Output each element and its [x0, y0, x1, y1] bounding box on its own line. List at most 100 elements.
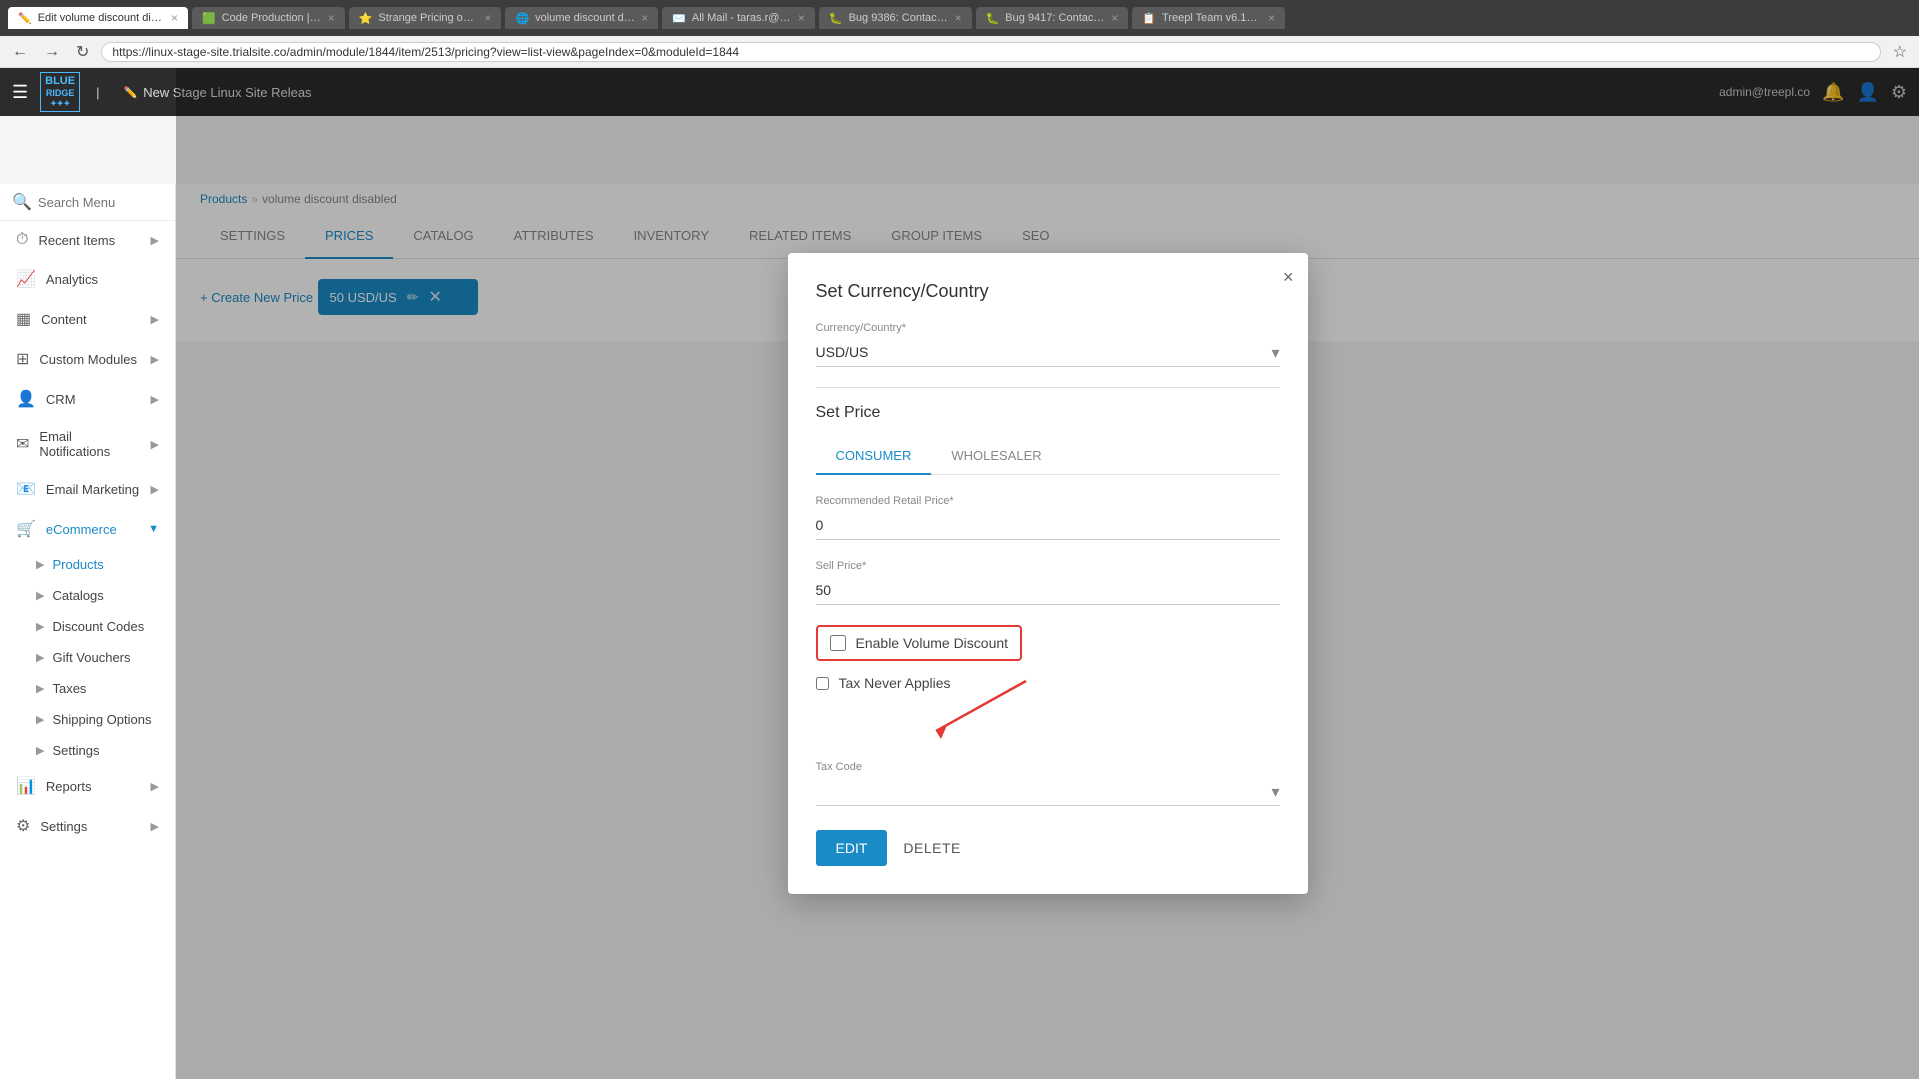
tax-never-applies-row[interactable]: Tax Never Applies [816, 675, 1280, 691]
sell-price-input[interactable] [816, 576, 1280, 605]
tab-icon-7: 🐛 [986, 12, 1000, 25]
sidebar-item-settings[interactable]: ⚙ Settings ▶ [0, 806, 175, 846]
modal-close-button[interactable]: × [1283, 267, 1294, 288]
rrp-label: Recommended Retail Price* [816, 495, 1280, 507]
logo: BLUE RIDGE ✦✦✦ [40, 72, 80, 112]
chevron-down-icon-ec: ▼ [148, 523, 159, 535]
email-notifications-icon: ✉ [16, 434, 29, 454]
rrp-field: Recommended Retail Price* [816, 495, 1280, 540]
currency-country-select[interactable]: USD/US [816, 338, 1280, 367]
chevron-right-icon-crm: ▶ [151, 393, 159, 406]
enable-volume-discount-row[interactable]: Enable Volume Discount [816, 625, 1023, 661]
chevron-right-sm-gv: ▶ [36, 651, 44, 664]
browser-chrome: ✏️ Edit volume discount dis... × 🟩 Code … [0, 0, 1919, 36]
tax-never-applies-checkbox[interactable] [816, 677, 829, 690]
inner-tab-consumer[interactable]: CONSUMER [816, 438, 932, 475]
tab-close-5[interactable]: × [798, 11, 805, 25]
settings-sidebar-icon: ⚙ [16, 816, 30, 836]
arrow-annotation [816, 711, 1280, 781]
sidebar-item-analytics[interactable]: 📈 Analytics [0, 259, 175, 299]
sidebar-submenu-products[interactable]: ▶ Products [0, 549, 175, 580]
chevron-right-icon-cm: ▶ [151, 353, 159, 366]
tab-7[interactable]: 🐛 Bug 9417: Contacts - ord... × [976, 7, 1129, 29]
tab-4[interactable]: 🌐 volume discount disabled × [505, 7, 658, 29]
tab-6[interactable]: 🐛 Bug 9386: Contacts - sea... × [819, 7, 972, 29]
tab-icon-5: ✉️ [672, 12, 686, 25]
chevron-right-icon-en: ▶ [151, 438, 159, 451]
sidebar-item-ecommerce[interactable]: 🛒 eCommerce ▼ [0, 509, 175, 549]
tab-close-active[interactable]: × [171, 11, 178, 25]
sidebar-submenu-shipping[interactable]: ▶ Shipping Options [0, 704, 175, 735]
sidebar-search-bar[interactable]: 🔍 [0, 184, 175, 221]
sidebar-submenu-taxes[interactable]: ▶ Taxes [0, 673, 175, 704]
sidebar-submenu-catalogs[interactable]: ▶ Catalogs [0, 580, 175, 611]
delete-button[interactable]: DELETE [903, 840, 960, 856]
tax-never-applies-label: Tax Never Applies [839, 675, 951, 691]
chevron-right-sm-taxes: ▶ [36, 682, 44, 695]
chevron-right-sm-shipping: ▶ [36, 713, 44, 726]
reports-icon: 📊 [16, 776, 36, 796]
back-button[interactable]: ← [8, 41, 32, 63]
sell-price-field: Sell Price* [816, 560, 1280, 605]
reload-button[interactable]: ↻ [72, 40, 93, 64]
search-icon: 🔍 [12, 192, 32, 212]
tab-5[interactable]: ✉️ All Mail - taras.r@ez-bc... × [662, 7, 815, 29]
chevron-right-sm-catalogs: ▶ [36, 589, 44, 602]
inner-tab-wholesaler[interactable]: WHOLESALER [931, 438, 1061, 475]
modal-dialog: × Set Currency/Country Currency/Country*… [788, 253, 1308, 894]
tab-1[interactable]: 🟩 Code Production | Trello × [192, 7, 345, 29]
sidebar: 🔍 ⏱ Recent Items ▶ 📈 Analytics ▦ Content… [0, 184, 176, 1079]
custom-modules-icon: ⊞ [16, 349, 29, 369]
chevron-right-icon-em: ▶ [151, 483, 159, 496]
bookmark-icon[interactable]: ☆ [1889, 40, 1911, 64]
main-content: Products » volume discount disabled SETT… [176, 184, 1919, 1079]
chevron-right-icon-reports: ▶ [151, 780, 159, 793]
currency-country-select-wrap: USD/US [816, 338, 1280, 367]
tax-code-select[interactable] [816, 777, 1280, 806]
modal-overlay: × Set Currency/Country Currency/Country*… [176, 184, 1919, 1079]
chevron-right-icon-settings: ▶ [151, 820, 159, 833]
tab-2[interactable]: ⭐ Strange Pricing on Produ... × [349, 7, 502, 29]
tab-close-4[interactable]: × [641, 11, 648, 25]
hamburger-menu-icon[interactable]: ☰ [12, 82, 28, 103]
tab-icon: ✏️ [18, 12, 32, 25]
sidebar-item-email-notifications[interactable]: ✉ Email Notifications ▶ [0, 419, 175, 469]
sidebar-item-content[interactable]: ▦ Content ▶ [0, 299, 175, 339]
tab-icon-1: 🟩 [202, 12, 216, 25]
crm-icon: 👤 [16, 389, 36, 409]
analytics-icon: 📈 [16, 269, 36, 289]
tab-close-8[interactable]: × [1268, 11, 1275, 25]
inner-tabs: CONSUMER WHOLESALER [816, 438, 1280, 475]
tab-close-6[interactable]: × [955, 11, 962, 25]
content-icon: ▦ [16, 309, 31, 329]
edit-button[interactable]: EDIT [816, 830, 888, 866]
action-buttons-row: EDIT DELETE [816, 830, 1280, 866]
chevron-right-sm-products: ▶ [36, 558, 44, 571]
sidebar-item-email-marketing[interactable]: 📧 Email Marketing ▶ [0, 469, 175, 509]
set-price-title: Set Price [816, 404, 1280, 422]
address-bar[interactable] [101, 42, 1880, 62]
currency-country-field: Currency/Country* USD/US [816, 322, 1280, 367]
recent-items-icon: ⏱ [16, 231, 28, 249]
sidebar-submenu-discount-codes[interactable]: ▶ Discount Codes [0, 611, 175, 642]
active-tab[interactable]: ✏️ Edit volume discount dis... × [8, 7, 188, 29]
modal-title: Set Currency/Country [816, 281, 1280, 302]
tab-icon-6: 🐛 [829, 12, 843, 25]
currency-country-label: Currency/Country* [816, 322, 1280, 334]
chevron-right-sm-dc: ▶ [36, 620, 44, 633]
sidebar-item-recent-items[interactable]: ⏱ Recent Items ▶ [0, 221, 175, 259]
tab-8[interactable]: 📋 Treepl Team v6.10 Backlo... × [1132, 7, 1285, 29]
enable-volume-discount-checkbox[interactable] [830, 635, 846, 651]
tab-close-2[interactable]: × [484, 11, 491, 25]
tab-close-7[interactable]: × [1111, 11, 1118, 25]
sidebar-submenu-settings-ec[interactable]: ▶ Settings [0, 735, 175, 766]
sidebar-submenu-gift-vouchers[interactable]: ▶ Gift Vouchers [0, 642, 175, 673]
rrp-input[interactable] [816, 511, 1280, 540]
forward-button[interactable]: → [40, 41, 64, 63]
sidebar-item-reports[interactable]: 📊 Reports ▶ [0, 766, 175, 806]
tab-close-1[interactable]: × [328, 11, 335, 25]
search-input[interactable] [38, 195, 163, 210]
sidebar-item-crm[interactable]: 👤 CRM ▶ [0, 379, 175, 419]
sidebar-item-custom-modules[interactable]: ⊞ Custom Modules ▶ [0, 339, 175, 379]
tab-icon-4: 🌐 [515, 12, 529, 25]
